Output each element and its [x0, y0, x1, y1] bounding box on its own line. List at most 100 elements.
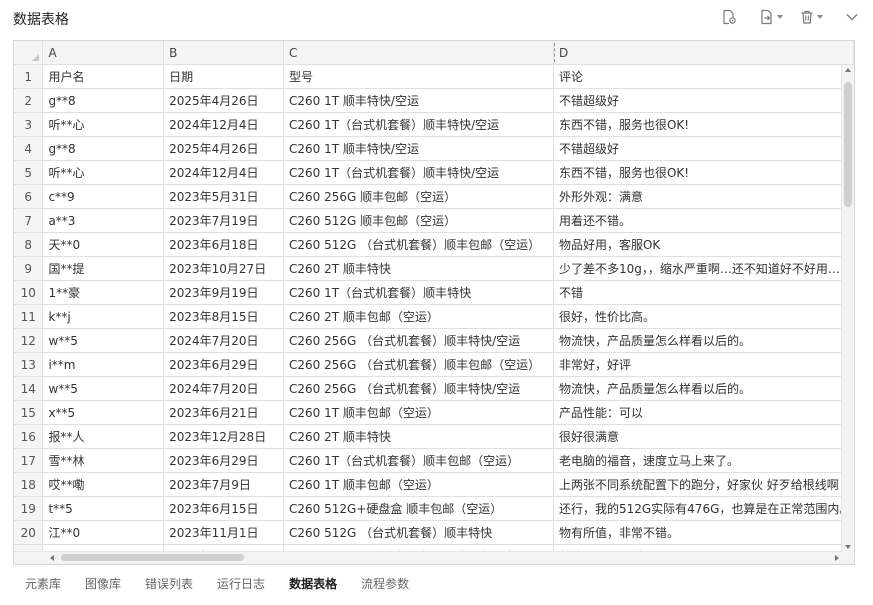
cell-b[interactable]: 2023年7月9日: [163, 472, 285, 497]
cell-d[interactable]: 评论: [553, 64, 854, 89]
scroll-down-icon[interactable]: [845, 545, 851, 549]
cell-d[interactable]: 非常好，好评: [553, 352, 854, 377]
cell-d[interactable]: 还行，我的512G实际有476G，也算是在正常范围内。: [553, 496, 854, 521]
cell-d[interactable]: 产品性能：可以: [553, 400, 854, 425]
cell-b[interactable]: 2024年7月20日: [163, 328, 285, 353]
cell-d[interactable]: 很好，性价比高。: [553, 304, 854, 329]
cell-d[interactable]: 不错超级好: [553, 88, 854, 113]
row-number[interactable]: 15: [14, 400, 44, 425]
cell-c[interactable]: C260 512G+硬盘盒 顺丰包邮（空运）: [283, 496, 554, 521]
row-number[interactable]: 2: [14, 88, 44, 113]
cell-c[interactable]: 型号: [283, 64, 554, 89]
collapse-panel-button[interactable]: [845, 7, 859, 27]
cell-b[interactable]: 2023年6月21日: [163, 400, 285, 425]
row-number[interactable]: 17: [14, 448, 44, 473]
cell-c[interactable]: C260 1T（台式机套餐）顺丰包邮（空运）: [283, 448, 554, 473]
cell-c[interactable]: C260 512G 顺丰包邮（空运）: [283, 208, 554, 233]
row-number[interactable]: 18: [14, 472, 44, 497]
cell-b[interactable]: 2023年10月27日: [163, 256, 285, 281]
cell-a[interactable]: g**8: [42, 136, 165, 161]
scroll-up-icon[interactable]: [845, 68, 851, 72]
cell-b[interactable]: 2023年8月15日: [163, 304, 285, 329]
cell-c[interactable]: C260 2T 顺丰包邮（空运）: [283, 304, 554, 329]
scroll-right-icon[interactable]: [835, 555, 839, 561]
row-number[interactable]: 1: [14, 64, 44, 89]
row-number[interactable]: 4: [14, 136, 44, 161]
cell-b[interactable]: 2023年5月31日: [163, 184, 285, 209]
cell-c[interactable]: C260 256G （台式机套餐）顺丰特快/空运: [283, 376, 554, 401]
cell-a[interactable]: g**8: [42, 88, 165, 113]
cell-d[interactable]: 外形外观：满意: [553, 184, 854, 209]
cell-a[interactable]: w**5: [42, 376, 165, 401]
vertical-scrollbar[interactable]: [841, 65, 854, 552]
delete-button[interactable]: [799, 7, 823, 27]
cell-b[interactable]: 2023年6月18日: [163, 232, 285, 257]
row-number[interactable]: 16: [14, 424, 44, 449]
cell-c[interactable]: C260 512G （台式机套餐）顺丰特快: [283, 520, 554, 545]
cell-a[interactable]: 天**0: [42, 232, 165, 257]
row-number[interactable]: 9: [14, 256, 44, 281]
row-number[interactable]: 7: [14, 208, 44, 233]
cell-c[interactable]: C260 256G （台式机套餐）顺丰特快/空运: [283, 328, 554, 353]
row-number[interactable]: 13: [14, 352, 44, 377]
cell-b[interactable]: 2023年6月29日: [163, 352, 285, 377]
cell-d[interactable]: 物流快，产品质量怎么样看以后的。: [553, 376, 854, 401]
cell-d[interactable]: 物有所值，非常不错。: [553, 520, 854, 545]
tab-5[interactable]: 数据表格: [277, 572, 349, 598]
cell-c[interactable]: C260 1T 顺丰特快/空运: [283, 88, 554, 113]
cell-c[interactable]: C260 1T 顺丰包邮（空运）: [283, 400, 554, 425]
cell-a[interactable]: 国**提: [42, 256, 165, 281]
cell-c[interactable]: C260 256G 顺丰包邮（空运）: [283, 184, 554, 209]
cell-d[interactable]: 物品好用，客服OK: [553, 232, 854, 257]
cell-c[interactable]: C260 1T（台式机套餐）顺丰特快/空运: [283, 112, 554, 137]
tab-2[interactable]: 图像库: [73, 572, 133, 598]
export-button[interactable]: [759, 7, 783, 27]
row-number[interactable]: 12: [14, 328, 44, 353]
row-number[interactable]: 11: [14, 304, 44, 329]
cell-d[interactable]: 上两张不同系统配置下的跑分，好家伙 好歹给根线啊: [553, 472, 854, 497]
column-header-d[interactable]: D: [553, 41, 854, 65]
cell-c[interactable]: C260 1T（台式机套餐）顺丰特快/空运: [283, 160, 554, 185]
row-number[interactable]: 10: [14, 280, 44, 305]
cell-b[interactable]: 2025年4月26日: [163, 136, 285, 161]
tab-3[interactable]: 错误列表: [133, 572, 205, 598]
horizontal-scroll-thumb[interactable]: [61, 554, 244, 561]
column-header-c[interactable]: C: [283, 41, 554, 65]
tab-4[interactable]: 运行日志: [205, 572, 277, 598]
scroll-left-icon[interactable]: [50, 555, 54, 561]
cell-d[interactable]: 东西不错，服务也很OK!: [553, 112, 854, 137]
tab-1[interactable]: 元素库: [13, 572, 73, 598]
cell-d[interactable]: 老电脑的福音，速度立马上来了。: [553, 448, 854, 473]
row-number[interactable]: 19: [14, 496, 44, 521]
vertical-scroll-thumb[interactable]: [844, 82, 852, 207]
cell-d[interactable]: 不错: [553, 280, 854, 305]
cell-c[interactable]: C260 256G （台式机套餐）顺丰包邮（空运）: [283, 352, 554, 377]
cell-d[interactable]: 少了差不多10g，，缩水严重啊…还不知道好不好用…: [553, 256, 854, 281]
cell-a[interactable]: 听**心: [42, 112, 165, 137]
cell-a[interactable]: k**j: [42, 304, 165, 329]
file-settings-button[interactable]: [721, 7, 737, 27]
cell-b[interactable]: 2025年4月26日: [163, 88, 285, 113]
row-number[interactable]: 8: [14, 232, 44, 257]
cell-a[interactable]: 江**0: [42, 520, 165, 545]
row-number[interactable]: 6: [14, 184, 44, 209]
cell-a[interactable]: w**5: [42, 328, 165, 353]
cell-b[interactable]: 2023年9月19日: [163, 280, 285, 305]
cell-b[interactable]: 日期: [163, 64, 285, 89]
cell-a[interactable]: 报**人: [42, 424, 165, 449]
select-all-corner[interactable]: [14, 41, 44, 65]
cell-b[interactable]: 2023年6月15日: [163, 496, 285, 521]
cell-a[interactable]: 1**豪: [42, 280, 165, 305]
cell-d[interactable]: 物流快，产品质量怎么样看以后的。: [553, 328, 854, 353]
column-header-b[interactable]: B: [163, 41, 285, 65]
cell-d[interactable]: 很好很满意: [553, 424, 854, 449]
cell-d[interactable]: 东西不错，服务也很OK!: [553, 160, 854, 185]
data-grid[interactable]: A B C D 1 用户名 日期 型号 评论 2 g**8 2025年4月26日 C260 1T…: [13, 40, 855, 565]
cell-a[interactable]: x**5: [42, 400, 165, 425]
cell-b[interactable]: 2024年12月4日: [163, 160, 285, 185]
row-number[interactable]: 5: [14, 160, 44, 185]
cell-b[interactable]: 2024年7月20日: [163, 376, 285, 401]
row-number[interactable]: 3: [14, 112, 44, 137]
cell-b[interactable]: 2023年7月19日: [163, 208, 285, 233]
cell-a[interactable]: c**9: [42, 184, 165, 209]
